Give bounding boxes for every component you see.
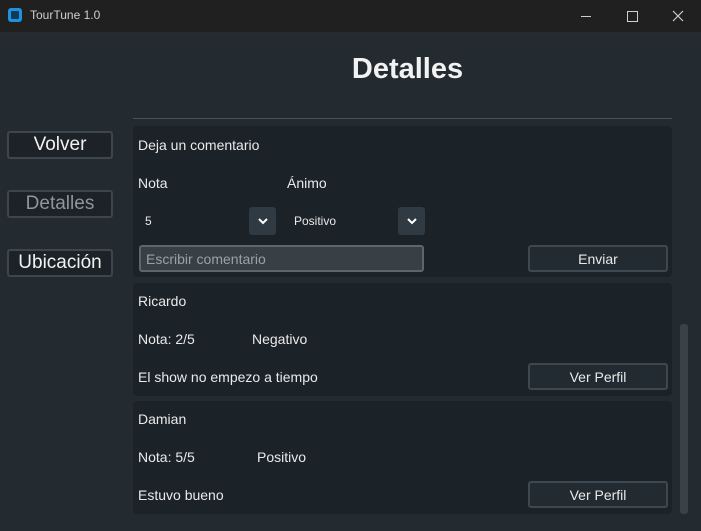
comment-form-card: Deja un comentario Nota Ánimo 5 Positivo… xyxy=(133,126,672,277)
minimize-button[interactable] xyxy=(563,0,609,32)
comment-heading: Deja un comentario xyxy=(138,137,260,153)
comment-rating: Nota: 5/5 xyxy=(138,449,195,465)
chevron-down-icon[interactable] xyxy=(249,207,276,235)
nota-label: Nota xyxy=(138,175,168,191)
comment-mood: Positivo xyxy=(257,449,307,465)
scrollbar[interactable] xyxy=(680,324,688,514)
comment-card: Damian Nota: 5/5 Positivo Estuvo bueno V… xyxy=(133,401,672,514)
details-button[interactable]: Detalles xyxy=(7,190,113,218)
title-bar: TourTune 1.0 xyxy=(0,0,701,33)
animo-select[interactable]: Positivo xyxy=(287,207,425,235)
maximize-button[interactable] xyxy=(609,0,655,32)
comment-rating: Nota: 2/5 xyxy=(138,331,195,347)
minimize-icon xyxy=(581,15,591,17)
close-icon xyxy=(672,10,684,22)
comment-text: El show no empezo a tiempo xyxy=(138,369,318,385)
comment-input[interactable]: Escribir comentario xyxy=(139,245,424,272)
comment-text: Estuvo bueno xyxy=(138,487,224,503)
comment-user: Damian xyxy=(138,411,187,427)
animo-label: Ánimo xyxy=(287,175,327,191)
window-title: TourTune 1.0 xyxy=(30,8,101,22)
comment-placeholder: Escribir comentario xyxy=(146,251,266,267)
animo-select-value: Positivo xyxy=(294,214,337,228)
comment-user: Ricardo xyxy=(138,293,187,309)
view-profile-button[interactable]: Ver Perfil xyxy=(528,481,668,508)
app-icon xyxy=(8,8,22,22)
page-title: Detalles xyxy=(351,53,464,85)
view-profile-button[interactable]: Ver Perfil xyxy=(528,363,668,390)
back-button[interactable]: Volver xyxy=(7,131,113,159)
send-button[interactable]: Enviar xyxy=(528,245,668,272)
title-divider xyxy=(133,118,672,119)
comment-card: Ricardo Nota: 2/5 Negativo El show no em… xyxy=(133,283,672,396)
comment-mood: Negativo xyxy=(252,331,308,347)
close-button[interactable] xyxy=(655,0,701,32)
location-button[interactable]: Ubicación xyxy=(7,249,113,277)
nota-select-value: 5 xyxy=(145,214,152,228)
maximize-icon xyxy=(626,10,638,22)
chevron-down-icon[interactable] xyxy=(398,207,425,235)
nota-select[interactable]: 5 xyxy=(138,207,276,235)
